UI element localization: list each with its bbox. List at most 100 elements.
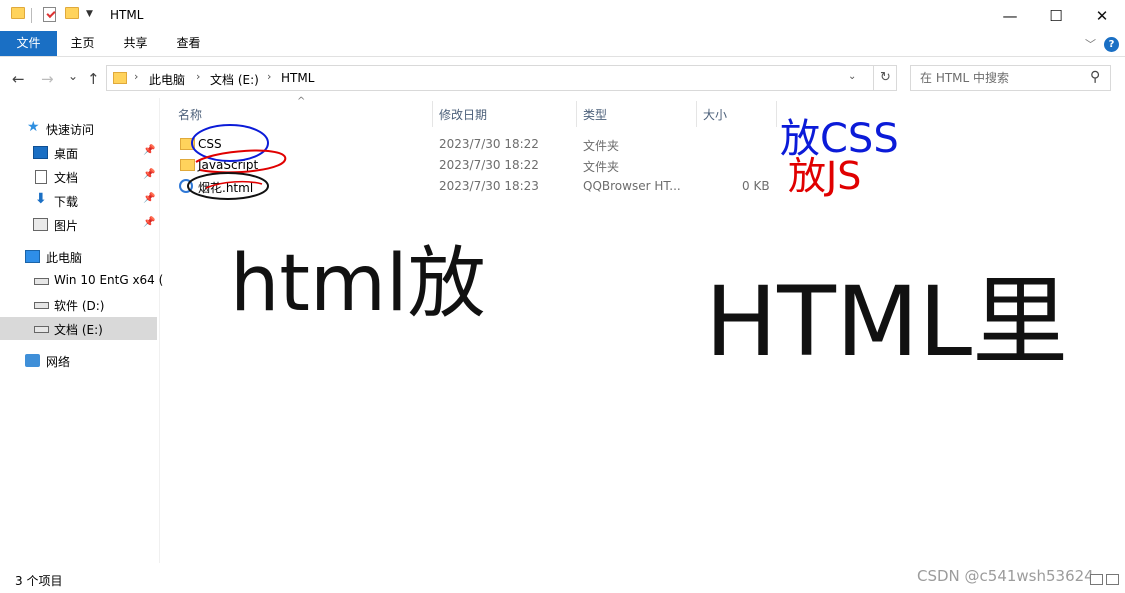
help-icon[interactable]: ?	[1104, 37, 1119, 52]
file-date: 2023/7/30 18:23	[439, 179, 539, 193]
search-box[interactable]: ⚲	[910, 65, 1111, 91]
computer-icon	[25, 250, 40, 263]
folder-icon	[180, 159, 195, 171]
sidebar-item-desktop[interactable]: 桌面 📌	[0, 141, 157, 164]
quick-access-separator	[31, 8, 32, 23]
up-button[interactable]: ↑	[87, 70, 100, 88]
folder-icon	[113, 72, 127, 84]
drive-icon	[34, 326, 49, 333]
tab-share[interactable]: 共享	[113, 31, 158, 56]
search-input[interactable]	[911, 66, 1081, 90]
details-view-icon[interactable]	[1090, 574, 1103, 585]
html-file-icon	[179, 179, 193, 193]
forward-button[interactable]: →	[41, 70, 54, 88]
item-count: 3 个项目	[15, 574, 63, 588]
large-icons-view-icon[interactable]	[1106, 574, 1119, 585]
tab-view[interactable]: 查看	[166, 31, 211, 56]
file-row[interactable]: JavaScript 2023/7/30 18:22 文件夹	[176, 155, 766, 176]
file-name[interactable]: CSS	[198, 137, 222, 151]
column-header-type[interactable]: 类型	[583, 106, 607, 123]
sidebar-item-system-drive[interactable]: Win 10 EntG x64 (	[0, 269, 163, 292]
file-name[interactable]: JavaScript	[198, 158, 258, 172]
file-size: 0 KB	[742, 179, 770, 193]
column-header-name[interactable]: 名称	[178, 106, 202, 123]
sidebar-item-this-pc[interactable]: 此电脑	[0, 245, 157, 268]
breadcrumb-this-pc[interactable]: 此电脑	[149, 71, 185, 88]
file-row[interactable]: CSS 2023/7/30 18:22 文件夹	[176, 134, 766, 155]
network-icon	[25, 354, 40, 367]
tab-home[interactable]: 主页	[60, 31, 105, 56]
file-row[interactable]: 烟花.html 2023/7/30 18:23 QQBrowser HT... …	[176, 176, 770, 197]
column-header-size[interactable]: 大小	[703, 106, 727, 123]
sidebar-item-pictures[interactable]: 图片 📌	[0, 213, 157, 236]
navigation-pane: ★ 快速访问 桌面 📌 文档 📌 ⬇ 下载 📌 图片 📌 此电脑 Win 10 …	[0, 98, 163, 563]
breadcrumb-drive-e[interactable]: 文档 (E:)	[210, 71, 259, 88]
drive-icon	[34, 302, 49, 309]
sidebar-item-documents[interactable]: 文档 📌	[0, 165, 157, 188]
column-header-date[interactable]: 修改日期	[439, 106, 487, 123]
sidebar-item-label: 快速访问	[46, 123, 95, 137]
file-type: QQBrowser HT...	[583, 179, 681, 193]
desktop-icon	[33, 146, 48, 159]
csdn-watermark: CSDN @c541wsh53624	[917, 567, 1094, 585]
column-divider[interactable]	[576, 101, 577, 127]
folder-icon[interactable]	[11, 7, 25, 19]
pin-icon[interactable]: 📌	[143, 217, 155, 228]
sidebar-item-drive-d[interactable]: 软件 (D:)	[0, 293, 157, 316]
minimize-button[interactable]: —	[987, 0, 1033, 31]
title-bar: ▼ HTML — ☐ ✕	[0, 0, 1125, 31]
expand-ribbon-icon[interactable]: ﹀	[1085, 36, 1096, 52]
file-list: ^ 名称 修改日期 类型 大小 CSS 2023/7/30 18:22 文件夹 …	[160, 96, 1125, 563]
pin-icon[interactable]: 📌	[143, 169, 155, 180]
folder-icon	[180, 138, 195, 150]
quick-access-dropdown-icon[interactable]: ▼	[86, 9, 93, 19]
pin-icon[interactable]: 📌	[143, 145, 155, 156]
breadcrumb-html[interactable]: HTML	[281, 71, 314, 85]
file-name[interactable]: 烟花.html	[198, 179, 253, 196]
document-icon	[35, 170, 47, 184]
chevron-right-icon[interactable]: ›	[267, 70, 271, 83]
sidebar-item-quick-access[interactable]: ★ 快速访问	[0, 117, 157, 140]
properties-icon[interactable]	[43, 7, 56, 22]
pin-icon[interactable]: 📌	[143, 193, 155, 204]
navigation-bar: ← → ⌄ ↑ › 此电脑 › 文档 (E:) › HTML ⌄ ↻ ⚲	[0, 58, 1125, 98]
sidebar-item-network[interactable]: 网络	[0, 349, 157, 372]
column-divider[interactable]	[432, 101, 433, 127]
sidebar-item-drive-e[interactable]: 文档 (E:)	[0, 317, 157, 340]
sidebar-item-label: 文档	[54, 171, 79, 185]
sidebar-item-label: 网络	[46, 355, 71, 369]
address-bar[interactable]: › 此电脑 › 文档 (E:) › HTML ⌄ ↻	[106, 65, 897, 91]
file-date: 2023/7/30 18:22	[439, 137, 539, 151]
sidebar-item-label: 文档 (E:)	[54, 323, 103, 337]
refresh-icon[interactable]: ↻	[873, 66, 897, 90]
maximize-button[interactable]: ☐	[1033, 0, 1079, 31]
new-folder-icon[interactable]	[65, 7, 79, 19]
sidebar-item-downloads[interactable]: ⬇ 下载 📌	[0, 189, 157, 212]
star-icon: ★	[27, 119, 40, 135]
sidebar-item-label: 软件 (D:)	[54, 299, 105, 313]
chevron-down-icon[interactable]: ⌄	[848, 71, 856, 82]
sidebar-item-label: 此电脑	[46, 251, 83, 265]
sidebar-item-label: 桌面	[54, 147, 79, 161]
chevron-right-icon[interactable]: ›	[134, 70, 138, 83]
window-title: HTML	[110, 8, 144, 22]
recent-locations-button[interactable]: ⌄	[68, 69, 78, 83]
file-date: 2023/7/30 18:22	[439, 158, 539, 172]
file-type: 文件夹	[583, 139, 620, 153]
chevron-right-icon[interactable]: ›	[196, 70, 200, 83]
sort-ascending-icon: ^	[297, 96, 306, 107]
search-icon[interactable]: ⚲	[1090, 69, 1100, 85]
file-type: 文件夹	[583, 160, 620, 174]
back-button[interactable]: ←	[12, 70, 25, 88]
ribbon: 文件 主页 共享 查看 ﹀ ?	[0, 31, 1125, 57]
sidebar-item-label: 下载	[54, 195, 79, 209]
system-drive-icon	[34, 278, 49, 285]
sidebar-item-label: 图片	[54, 219, 79, 233]
sidebar-item-label: Win 10 EntG x64 (	[54, 273, 164, 287]
column-divider[interactable]	[776, 101, 777, 127]
pictures-icon	[33, 218, 48, 231]
download-icon: ⬇	[35, 191, 47, 207]
tab-file[interactable]: 文件	[0, 31, 57, 56]
column-divider[interactable]	[696, 101, 697, 127]
close-button[interactable]: ✕	[1079, 0, 1125, 31]
